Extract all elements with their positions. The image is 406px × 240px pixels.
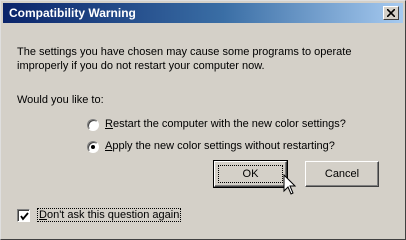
dont-ask-label-text: on't ask this question again	[46, 209, 180, 221]
dont-ask-mnemonic: D	[39, 209, 47, 221]
close-icon	[387, 9, 395, 17]
apply-option-label[interactable]: Apply the new color settings without res…	[105, 140, 335, 152]
apply-radio[interactable]	[87, 141, 99, 153]
warning-message: The settings you have chosen may cause s…	[17, 46, 352, 72]
cancel-button-label: Cancel	[324, 168, 360, 180]
close-button[interactable]	[383, 6, 399, 20]
radio-selected-dot	[91, 145, 95, 149]
dialog-title: Compatibility Warning	[9, 6, 136, 20]
restart-option-label[interactable]: Restart the computer with the new color …	[105, 118, 346, 130]
compatibility-warning-dialog: Compatibility Warning The settings you h…	[0, 0, 406, 240]
restart-mnemonic: R	[105, 118, 113, 130]
cancel-button[interactable]: Cancel	[305, 161, 379, 187]
restart-radio[interactable]	[87, 119, 99, 131]
ok-button[interactable]: OK	[213, 160, 288, 188]
question-label: Would you like to:	[17, 94, 104, 106]
restart-label-text: estart the computer with the new color s…	[112, 118, 346, 130]
dont-ask-label[interactable]: Don't ask this question again	[37, 208, 182, 222]
mouse-pointer-icon	[283, 174, 297, 195]
title-bar[interactable]: Compatibility Warning	[3, 3, 403, 23]
dont-ask-checkbox[interactable]	[17, 209, 30, 222]
focus-rectangle	[218, 165, 283, 183]
checkmark-icon	[20, 212, 29, 221]
apply-label-text: pply the new color settings without rest…	[112, 140, 335, 152]
